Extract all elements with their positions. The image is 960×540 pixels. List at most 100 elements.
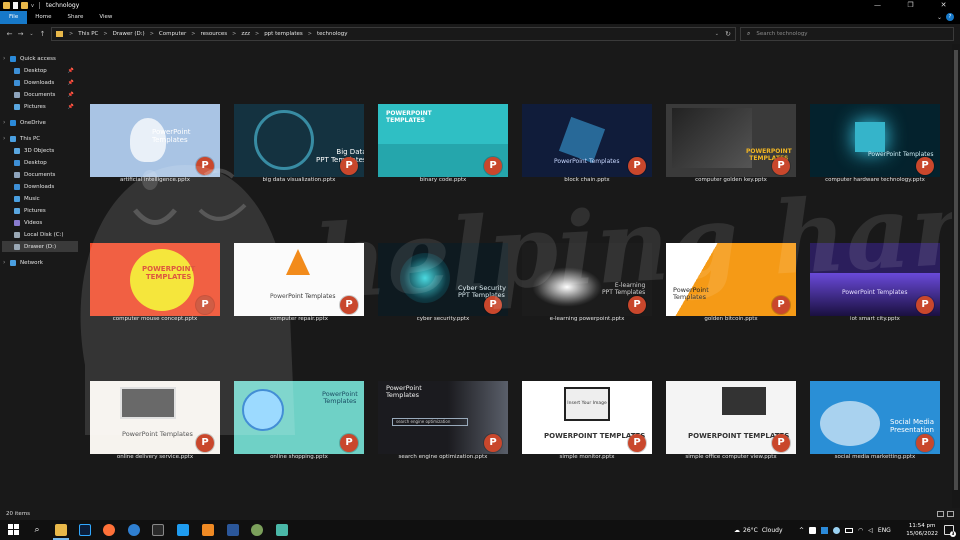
details-view-icon[interactable] [937, 511, 944, 517]
file-tile[interactable]: PowerPoint Templates Pblock chain.pptx [522, 104, 652, 188]
file-name[interactable]: computer hardware technology.pptx [800, 177, 950, 183]
sidebar-item-downloads[interactable]: Downloads 📌 [14, 77, 78, 88]
file-name[interactable]: search engine optimization.pptx [368, 454, 518, 460]
breadcrumb-separator[interactable]: > [69, 31, 73, 37]
sidebar-item-3d-objects[interactable]: 3D Objects [14, 145, 78, 156]
language-indicator[interactable]: ENG [878, 527, 891, 534]
file-name[interactable]: big data visualization.pptx [224, 177, 374, 183]
breadcrumb-separator[interactable]: > [308, 31, 312, 37]
file-name[interactable]: social media marketting.pptx [800, 454, 950, 460]
file-name[interactable]: cyber security.pptx [368, 316, 518, 322]
update-icon[interactable] [833, 526, 841, 534]
file-explorer-icon[interactable] [53, 524, 69, 540]
maximize-button[interactable]: ❐ [894, 0, 927, 11]
file-thumbnail[interactable]: E-learning PPT Templates P [522, 243, 652, 316]
sidebar-item-music[interactable]: Music [14, 193, 78, 204]
tab-view[interactable]: View [91, 11, 120, 24]
vscode-icon[interactable] [177, 524, 189, 536]
thunderbird-icon[interactable] [128, 524, 140, 536]
file-thumbnail[interactable]: POWERPOINT TEMPLATES P [90, 243, 220, 316]
breadcrumb-separator[interactable]: > [232, 31, 236, 37]
file-thumbnail[interactable]: Social Media Presentation P [810, 381, 940, 454]
windows-start-icon[interactable] [8, 524, 20, 536]
file-name[interactable]: golden bitcoin.pptx [656, 316, 806, 322]
sidebar-item-documents[interactable]: Documents [14, 169, 78, 180]
file-thumbnail[interactable]: PowerPoint Templates P [810, 104, 940, 177]
sidebar-item-pictures[interactable]: Pictures [14, 205, 78, 216]
file-thumbnail[interactable]: Cyber Security PPT Templates P [378, 243, 508, 316]
file-tile[interactable]: POWERPOINT TEMPLATES Pcomputer mouse conc… [90, 243, 220, 327]
tab-file[interactable]: File [0, 11, 28, 24]
file-thumbnail[interactable]: POWERPOINT TEMPLATES P [378, 104, 508, 177]
sidebar-item-desktop[interactable]: Desktop [14, 157, 78, 168]
sidebar-item-documents[interactable]: Documents 📌 [14, 89, 78, 100]
file-name[interactable]: artificial intelligence.pptx [80, 177, 230, 183]
file-tile[interactable]: PowerPoint Templates Partificial intellig… [90, 104, 220, 188]
file-tile[interactable]: Social Media Presentation Psocial media m… [810, 381, 940, 465]
file-tile[interactable]: PowerPoint Templates Pgolden bitcoin.pptx [666, 243, 796, 327]
tab-share[interactable]: Share [59, 11, 91, 24]
file-thumbnail[interactable]: POWERPOINT TEMPLATES Insert Your Image P [522, 381, 652, 454]
file-name[interactable]: simple office computer view.pptx [656, 454, 806, 460]
vertical-scrollbar[interactable] [952, 44, 960, 508]
recent-locations-button[interactable]: ⌄ [26, 31, 37, 37]
breadcrumb-technology[interactable]: technology [317, 31, 348, 37]
notepad-icon[interactable] [276, 524, 288, 536]
file-tile[interactable]: PowerPoint Templates Ponline delivery ser… [90, 381, 220, 465]
breadcrumb-zzz[interactable]: zzz [241, 31, 250, 37]
new-folder-icon[interactable] [21, 2, 28, 9]
file-name[interactable]: block chain.pptx [512, 177, 662, 183]
file-name[interactable]: computer mouse concept.pptx [80, 316, 230, 322]
large-icons-view-icon[interactable] [947, 511, 954, 517]
file-tile[interactable]: POWERPOINT TEMPLATES Insert Your Image Psi… [522, 381, 652, 465]
terminal-icon[interactable] [152, 524, 164, 536]
app-tray-icon[interactable] [821, 526, 829, 534]
expand-ribbon-button[interactable]: ⌄ [937, 11, 942, 24]
expand-chevron-icon[interactable]: › [3, 55, 5, 62]
photoshop-icon[interactable] [79, 524, 91, 536]
file-tile[interactable]: PowerPoint Templates Pcomputer repair.ppt… [234, 243, 364, 327]
file-thumbnail[interactable]: PowerPoint Templates P [90, 104, 220, 177]
breadcrumb-ppt-templates[interactable]: ppt templates [264, 31, 303, 37]
search-taskbar-icon[interactable]: ⌕ [31, 524, 43, 536]
file-tile[interactable]: PowerPoint Templates search engine optimi… [378, 381, 508, 465]
sidebar-item-network[interactable]: › Network [3, 257, 78, 268]
file-name[interactable]: e-learning powerpoint.pptx [512, 316, 662, 322]
file-tile[interactable]: PowerPoint Templates Ponline shopping.ppt… [234, 381, 364, 465]
scrollbar-thumb[interactable] [954, 50, 958, 490]
file-tile[interactable]: Big Data PPT TemplatesPbig data visualiz… [234, 104, 364, 188]
file-tile[interactable]: POWERPOINT TEMPLATES Pcomputer golden key… [666, 104, 796, 188]
sidebar-item-downloads[interactable]: Downloads [14, 181, 78, 192]
volume-icon[interactable]: ◁ [868, 527, 873, 534]
sidebar-item-desktop[interactable]: Desktop 📌 [14, 65, 78, 76]
breadcrumb-resources[interactable]: resources [200, 31, 227, 37]
file-tile[interactable]: PowerPoint Templates Pcomputer hardware t… [810, 104, 940, 188]
sidebar-item-this-pc[interactable]: › This PC [3, 133, 78, 144]
firefox-icon[interactable] [103, 524, 115, 536]
help-icon[interactable]: ? [946, 13, 954, 21]
breadcrumb-separator[interactable]: > [150, 31, 154, 37]
address-bar[interactable]: > This PC > Drawer (D:) > Computer > res… [51, 27, 736, 41]
notification-center-icon[interactable]: 3 [944, 525, 956, 537]
sidebar-item-local-disk-c[interactable]: Local Disk (C:) [14, 229, 78, 240]
close-button[interactable]: ✕ [927, 0, 960, 11]
clock[interactable]: 11:54 pm 15/06/2022 [906, 522, 938, 538]
wifi-icon[interactable]: ◠ [858, 527, 863, 534]
security-icon[interactable] [809, 526, 817, 534]
battery-icon[interactable] [845, 527, 854, 533]
word-icon[interactable] [227, 524, 239, 536]
sidebar-item-videos[interactable]: Videos [14, 217, 78, 228]
file-tile[interactable]: E-learning PPT Templates Pe-learning powe… [522, 243, 652, 327]
file-tile[interactable]: PowerPoint Templates Piot smart city.pptx [810, 243, 940, 327]
customize-quick-access-button[interactable]: v [31, 3, 34, 9]
minimize-button[interactable]: — [861, 0, 894, 11]
breadcrumb-this-pc[interactable]: This PC [78, 31, 98, 37]
sidebar-item-drawer-d[interactable]: Drawer (D:) [2, 241, 78, 252]
sublime-icon[interactable] [202, 524, 214, 536]
breadcrumb-separator[interactable]: > [255, 31, 259, 37]
up-button[interactable]: ↑ [37, 30, 48, 38]
sidebar-item-onedrive[interactable]: › OneDrive [3, 117, 78, 128]
tray-overflow-button[interactable]: ^ [799, 527, 804, 534]
file-thumbnail[interactable]: Big Data PPT TemplatesP [234, 104, 364, 177]
search-box[interactable]: ⌕ Search technology [740, 27, 954, 41]
